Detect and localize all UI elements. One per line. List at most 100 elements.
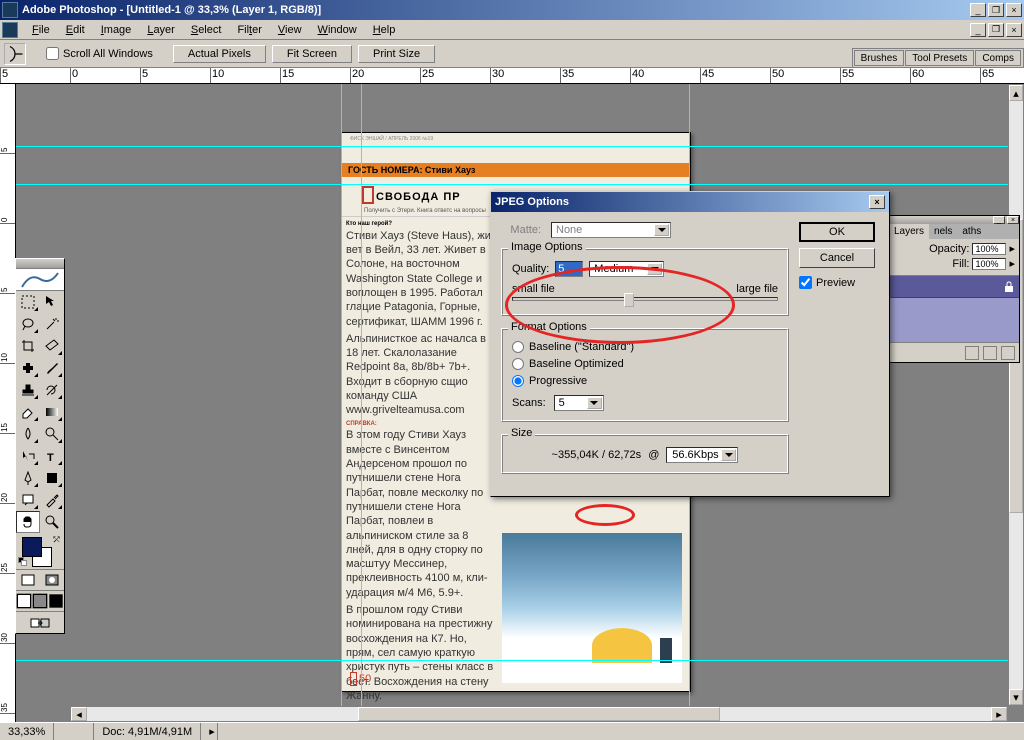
baseline-optimized-radio[interactable]: Baseline Optimized [512, 358, 778, 370]
quickmask-mode-icon[interactable] [40, 570, 64, 590]
brush-tool[interactable] [40, 357, 64, 379]
panel-icon[interactable] [983, 346, 997, 360]
app-icon [2, 2, 18, 18]
menu-window[interactable]: Window [310, 22, 365, 38]
marquee-tool[interactable] [16, 291, 40, 313]
fit-screen-button[interactable]: Fit Screen [272, 45, 352, 63]
swap-colors-icon[interactable]: ⤱ [54, 535, 60, 545]
dock-tab-brushes[interactable]: Brushes [854, 50, 905, 66]
dock-tab-tool-presets[interactable]: Tool Presets [905, 50, 974, 66]
standard-mode-icon[interactable] [16, 570, 40, 590]
quality-input[interactable]: 5 [555, 261, 583, 277]
healing-tool[interactable] [16, 357, 40, 379]
lasso-tool[interactable] [16, 313, 40, 335]
lock-icon [1003, 281, 1015, 293]
menu-file[interactable]: File [24, 22, 58, 38]
quality-slider[interactable] [512, 297, 778, 301]
doc-close-button[interactable]: × [1006, 23, 1022, 37]
shape-tool[interactable] [40, 467, 64, 489]
format-options-group: Format Options Baseline ("Standard") Bas… [501, 328, 789, 422]
doc-icon[interactable] [2, 22, 18, 38]
stamp-tool[interactable] [16, 379, 40, 401]
quality-preset-select[interactable]: Medium [589, 261, 664, 277]
layer-row[interactable] [889, 276, 1019, 298]
history-brush-tool[interactable] [40, 379, 64, 401]
matte-select[interactable]: None [551, 222, 671, 238]
foreground-color[interactable] [22, 537, 42, 557]
progressive-radio[interactable]: Progressive [512, 375, 778, 387]
panel-icon[interactable] [965, 346, 979, 360]
zoom-level[interactable]: 33,33% [0, 723, 54, 740]
menu-image[interactable]: Image [93, 22, 140, 38]
ruler-horizontal[interactable]: 50 510 1520 2530 3540 4550 5560 6570 [0, 68, 1024, 84]
zoom-tool[interactable] [40, 511, 64, 533]
dock-tab-comps[interactable]: Comps [975, 50, 1021, 66]
cancel-button[interactable]: Cancel [799, 248, 875, 268]
screen-standard-icon[interactable] [16, 591, 32, 611]
baseline-standard-radio[interactable]: Baseline ("Standard") [512, 341, 778, 353]
menu-filter[interactable]: Filter [229, 22, 269, 38]
maximize-button[interactable]: ❐ [988, 3, 1004, 17]
default-colors-icon[interactable] [18, 557, 28, 567]
scans-select[interactable]: 5 [554, 395, 604, 411]
blur-tool[interactable] [16, 423, 40, 445]
photoshop-logo [16, 269, 64, 291]
actual-pixels-button[interactable]: Actual Pixels [173, 45, 266, 63]
current-tool-icon[interactable] [4, 43, 26, 65]
scroll-down-button[interactable]: ▾ [1009, 689, 1023, 705]
path-tool[interactable] [16, 445, 40, 467]
doc-size[interactable]: Doc: 4,91M/4,91M [94, 723, 201, 740]
type-tool[interactable]: T [40, 445, 64, 467]
large-file-label: large file [736, 283, 778, 295]
scroll-thumb[interactable] [358, 707, 720, 721]
tab-paths[interactable]: aths [957, 224, 986, 239]
dialog-titlebar[interactable]: JPEG Options × [491, 192, 889, 212]
dialog-close-button[interactable]: × [869, 195, 885, 209]
notes-tool[interactable] [16, 489, 40, 511]
layer-list[interactable] [889, 276, 1019, 342]
screen-full-icon[interactable] [48, 591, 64, 611]
file-size-value: ~355,04K [552, 449, 599, 461]
tab-layers[interactable]: Layers [889, 224, 929, 239]
scroll-up-button[interactable]: ▴ [1009, 85, 1023, 101]
scrollbar-horizontal[interactable]: ◂ ▸ [70, 706, 1008, 722]
crop-tool[interactable] [16, 335, 40, 357]
panel-grip[interactable]: _× [889, 216, 1019, 224]
menu-edit[interactable]: Edit [58, 22, 93, 38]
menu-layer[interactable]: Layer [139, 22, 183, 38]
toolbox-grip[interactable] [16, 259, 64, 269]
slider-thumb[interactable] [624, 293, 634, 307]
panel-minimize[interactable]: _ [993, 216, 1005, 224]
scroll-left-button[interactable]: ◂ [71, 707, 87, 721]
pen-tool[interactable] [16, 467, 40, 489]
eyedropper-tool[interactable] [40, 489, 64, 511]
panel-icon[interactable] [1001, 346, 1015, 360]
print-size-button[interactable]: Print Size [358, 45, 435, 63]
scroll-right-button[interactable]: ▸ [991, 707, 1007, 721]
slice-tool[interactable] [40, 335, 64, 357]
doc-minimize-button[interactable]: _ [970, 23, 986, 37]
ruler-vertical[interactable]: 50 510 1520 2530 3540 [0, 84, 16, 722]
dodge-tool[interactable] [40, 423, 64, 445]
hand-tool[interactable] [16, 511, 40, 533]
tab-channels[interactable]: nels [929, 224, 957, 239]
connection-speed-select[interactable]: 56.6Kbps [666, 447, 738, 463]
screen-menubar-icon[interactable] [32, 591, 48, 611]
gradient-tool[interactable] [40, 401, 64, 423]
jpeg-options-dialog: JPEG Options × Matte: None Image Options… [490, 191, 890, 497]
minimize-button[interactable]: _ [970, 3, 986, 17]
preview-checkbox[interactable]: Preview [799, 276, 879, 289]
menu-help[interactable]: Help [365, 22, 404, 38]
move-tool[interactable] [40, 291, 64, 313]
ok-button[interactable]: OK [799, 222, 875, 242]
panel-close[interactable]: × [1007, 216, 1019, 224]
scrollbar-vertical[interactable]: ▴ ▾ [1008, 84, 1024, 706]
wand-tool[interactable] [40, 313, 64, 335]
close-button[interactable]: × [1006, 3, 1022, 17]
menu-select[interactable]: Select [183, 22, 230, 38]
scroll-all-checkbox[interactable]: Scroll All Windows [46, 47, 153, 60]
doc-restore-button[interactable]: ❐ [988, 23, 1004, 37]
eraser-tool[interactable] [16, 401, 40, 423]
menu-view[interactable]: View [270, 22, 310, 38]
jump-to-imageready[interactable] [16, 611, 64, 633]
